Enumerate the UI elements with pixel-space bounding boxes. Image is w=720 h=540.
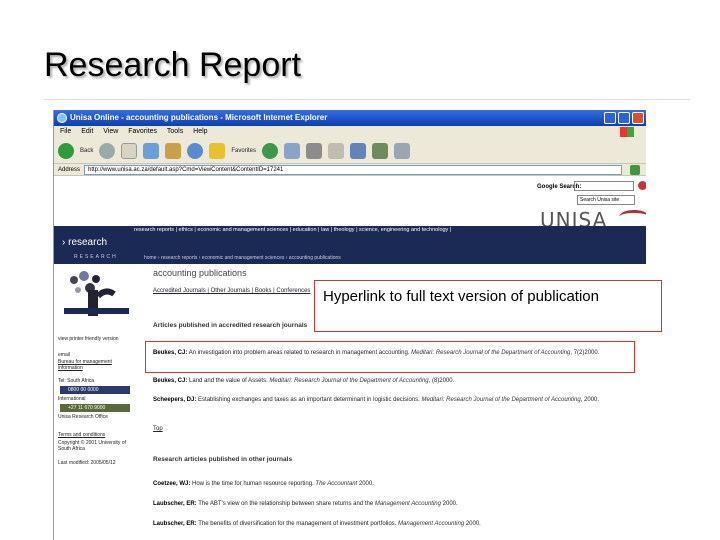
search-icon[interactable] [187, 142, 204, 159]
breadcrumb-band: RESEARCH home › research reports › econo… [54, 254, 646, 264]
phone-intl: +27 11 670 9000 [60, 404, 130, 412]
entry-title[interactable]: Land and the value of Assets. [187, 378, 269, 384]
forward-arrow-icon[interactable] [99, 142, 116, 159]
history-icon[interactable] [394, 142, 411, 159]
refresh-icon[interactable] [143, 142, 160, 159]
publication-subnav[interactable]: Accredited Journals | Other Journals | B… [153, 288, 310, 294]
section-accredited: Articles published in accredited researc… [153, 322, 308, 329]
menu-edit[interactable]: Edit [81, 128, 93, 135]
menu-bar: File Edit View Favorites Tools Help [54, 126, 646, 138]
email-label: email [58, 352, 70, 358]
research-r-logo-icon [64, 271, 129, 316]
entry-journal: Management Accounting [374, 501, 441, 507]
office-label: Unisa Research Office [58, 414, 108, 420]
entry-author: Laubscher, ER: [153, 501, 197, 507]
menu-favorites[interactable]: Favorites [128, 128, 157, 135]
slide-title: Research Report [44, 46, 302, 84]
section-other-journals: Research articles published in other jou… [153, 456, 293, 463]
research-nav-band: › research research reports | ethics | e… [54, 226, 646, 254]
entry-title[interactable]: How is the time for human resource repor… [190, 481, 315, 487]
edit-icon[interactable] [328, 142, 345, 159]
breadcrumb[interactable]: home › research reports › economic and m… [144, 255, 341, 261]
back-arrow-icon[interactable] [58, 142, 74, 159]
mail-icon[interactable] [284, 142, 301, 159]
copyright-text: Copyright © 2001 University of South Afr… [58, 440, 126, 452]
go-arrow-icon[interactable] [630, 164, 640, 175]
window-titlebar: Unisa Online - accounting publications -… [54, 110, 646, 126]
maximize-icon[interactable] [618, 112, 630, 124]
media-icon[interactable] [262, 142, 279, 159]
callout-text: Hyperlink to full text version of public… [323, 288, 599, 305]
search-input[interactable] [574, 181, 634, 191]
messenger-icon[interactable] [350, 142, 367, 159]
entry-year: 2000. [464, 521, 481, 527]
left-sidebar: view printer friendly version email Bure… [54, 264, 144, 540]
print-icon[interactable] [306, 142, 323, 159]
annotation-callout: Hyperlink to full text version of public… [314, 280, 662, 332]
entry-year: , (8)2000. [428, 378, 455, 384]
window-title: Unisa Online - accounting publications -… [70, 113, 328, 122]
address-label: Address [58, 166, 81, 173]
tel-intl-label: International [58, 396, 86, 402]
phone-sa: 0800 00 0000 [60, 386, 130, 394]
entry-title[interactable]: The benefits of diversification for the … [197, 521, 398, 527]
entry-journal: Management Accounting [398, 521, 465, 527]
home-icon[interactable] [165, 142, 182, 159]
favorites-star-icon[interactable] [209, 142, 226, 159]
publication-entry: Coetzee, WJ: How is the time for human r… [153, 480, 645, 489]
printer-friendly-link[interactable]: view printer friendly version [58, 336, 119, 342]
favorites-label[interactable]: Favorites [231, 148, 256, 154]
entry-year: 2000. [357, 481, 374, 487]
ie-logo-icon [57, 113, 67, 123]
entry-highlight-box [145, 341, 635, 373]
entry-journal: Meditari: Research Journal of the Depart… [421, 397, 581, 403]
top-link[interactable]: Top [153, 426, 163, 432]
section-nav-links[interactable]: research reports | ethics | economic and… [134, 227, 451, 233]
site-header: Google Search: Search Unisa site UNISA [54, 176, 646, 232]
minimize-icon[interactable] [604, 112, 616, 124]
menu-view[interactable]: View [103, 128, 118, 135]
close-icon[interactable] [632, 112, 644, 124]
research-label[interactable]: › research [62, 237, 107, 248]
stop-icon[interactable] [121, 142, 138, 159]
entry-author: Laubscher, ER: [153, 521, 197, 527]
page-heading: accounting publications [153, 268, 247, 278]
research-sub-label: RESEARCH [74, 254, 118, 260]
terms-link[interactable]: Terms and conditions [58, 432, 105, 438]
menu-help[interactable]: Help [193, 128, 207, 135]
menu-file[interactable]: File [60, 128, 71, 135]
research-icon[interactable] [372, 142, 389, 159]
entry-year: 2000. [440, 501, 458, 507]
last-modified: Last modified: 2005/05/12 [58, 460, 116, 466]
address-input[interactable]: http://www.unisa.ac.za/default.asp?Cmd=V… [84, 164, 622, 175]
entry-author: Coetzee, WJ: [153, 481, 191, 487]
unisa-logo-mark-icon [619, 210, 646, 224]
entry-title[interactable]: Establishing exchanges and taxes as an i… [196, 397, 421, 403]
address-bar: Address http://www.unisa.ac.za/default.a… [54, 164, 646, 176]
publication-entry: Laubscher, ER: The ABT's view on the rel… [153, 500, 645, 509]
publication-entry: Beukes, CJ: Land and the value of Assets… [153, 377, 645, 386]
title-divider [44, 99, 690, 100]
tel-label: Tel: South Africa [58, 378, 95, 384]
publication-entry: Laubscher, ER: The benefits of diversifi… [153, 520, 645, 529]
entry-year: , 2000. [580, 397, 600, 403]
publication-entry: Scheepers, DJ: Establishing exchanges an… [153, 396, 645, 405]
entry-title[interactable]: The ABT's view on the relationship betwe… [197, 501, 375, 507]
entry-author: Beukes, CJ: [153, 378, 188, 384]
search-go-icon[interactable] [638, 181, 646, 190]
menu-tools[interactable]: Tools [167, 128, 183, 135]
email-link[interactable]: Bureau for management information [58, 359, 138, 371]
entry-journal: The Accountant [315, 481, 358, 487]
back-label[interactable]: Back [80, 148, 93, 154]
entry-journal: Meditari: Research Journal of the Depart… [269, 378, 429, 384]
search-scope-select[interactable]: Search Unisa site [577, 195, 635, 205]
windows-logo-icon [620, 127, 634, 137]
browser-toolbar: Back Favorites [54, 138, 646, 164]
entry-author: Scheepers, DJ: [153, 397, 197, 403]
